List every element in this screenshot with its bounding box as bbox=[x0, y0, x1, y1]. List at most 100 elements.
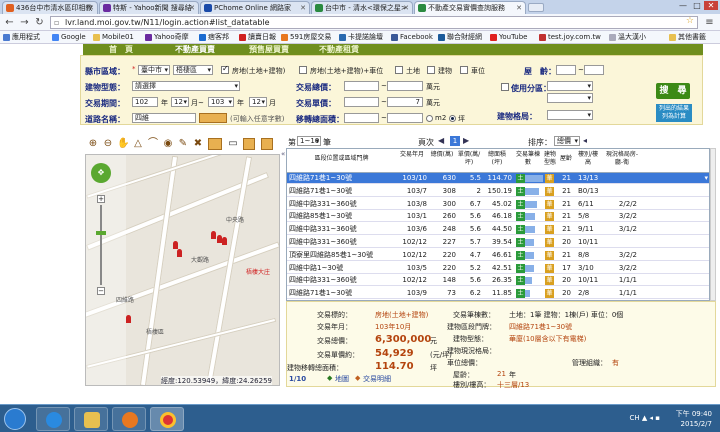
map-pin[interactable] bbox=[173, 241, 178, 249]
map-pin[interactable] bbox=[222, 237, 227, 245]
bookmark-item[interactable]: Google bbox=[52, 32, 86, 43]
zoom-slider-handle[interactable] bbox=[96, 231, 106, 235]
age-max-input[interactable] bbox=[584, 65, 604, 75]
table-row[interactable]: 四維路71巷1~30號 103/10 630 5.5 114.70 土 華 21 13/13 bbox=[287, 173, 709, 184]
clock[interactable]: 下午 09:40 2015/2/7 bbox=[676, 409, 712, 429]
table-scrollbar[interactable] bbox=[710, 148, 716, 301]
close-tab-icon[interactable]: ✕ bbox=[403, 2, 409, 14]
close-tab-icon[interactable]: ✕ bbox=[516, 2, 522, 14]
menu-real-estate-sale[interactable]: 不動產買賣 bbox=[175, 44, 215, 55]
column-header[interactable]: 總價(萬) bbox=[430, 151, 454, 159]
table-row[interactable]: 頂寮里四維路85巷1~30號 102/12 220 4.7 46.61 土 華 21 8/8 3/… bbox=[287, 250, 709, 261]
bookmark-item[interactable]: 卡提諾論壇 bbox=[339, 32, 383, 43]
unit-radio-m2[interactable] bbox=[426, 115, 433, 122]
option-checkbox[interactable] bbox=[299, 66, 307, 74]
bookmark-item[interactable]: 應用程式 bbox=[3, 32, 40, 43]
locate-icon[interactable]: ✎ bbox=[177, 138, 189, 150]
collapse-arrow-icon[interactable]: « bbox=[281, 150, 285, 164]
previous-page-icon[interactable]: ◀ bbox=[438, 136, 444, 145]
table-row[interactable]: 四維中路331~360號 103/8 300 6.7 45.02 土 華 21 6/11 2/2/… bbox=[287, 199, 709, 210]
menu-presale[interactable]: 預售屋買賣 bbox=[249, 44, 289, 55]
close-window-button[interactable]: ✕ bbox=[704, 1, 718, 10]
taskbar-chrome[interactable] bbox=[150, 407, 184, 431]
option-checkbox[interactable] bbox=[395, 66, 403, 74]
road-input[interactable]: 四維 bbox=[132, 113, 196, 123]
close-tab-icon[interactable]: ✕ bbox=[88, 2, 94, 14]
new-tab-button[interactable] bbox=[528, 3, 544, 12]
bookmark-item[interactable]: 聯合財經網 bbox=[438, 32, 482, 43]
back-icon[interactable]: ← bbox=[3, 16, 16, 29]
unit-radio-ping[interactable] bbox=[449, 115, 456, 122]
map-locate-icon[interactable]: ◆ bbox=[327, 374, 332, 382]
unit-price-min-input[interactable] bbox=[344, 97, 379, 107]
maximize-button[interactable]: □ bbox=[690, 1, 704, 10]
start-year-input[interactable]: 102 bbox=[132, 97, 158, 107]
area-max-input[interactable] bbox=[387, 113, 423, 123]
menu-home[interactable]: 首 頁 bbox=[109, 44, 133, 55]
district-select[interactable]: 梧棲區 bbox=[173, 65, 213, 75]
bookmark-item[interactable]: 溫大漢小 bbox=[609, 32, 646, 43]
table-row[interactable]: 四維中路331~360號 102/12 227 5.7 39.54 土 華 20 10/11 bbox=[287, 237, 709, 248]
zoom-minus-button[interactable]: − bbox=[97, 287, 105, 295]
table-row[interactable]: 四維路71巷1~30號 103/7 308 2 150.19 土 華 21 B0/13 bbox=[287, 186, 709, 197]
print-icon[interactable]: ▭ bbox=[227, 138, 239, 150]
address-bar[interactable]: ▫ lvr.land.moi.gov.tw/N11/login.action#l… bbox=[50, 16, 698, 29]
area-min-input[interactable] bbox=[344, 113, 379, 123]
close-tab-icon[interactable]: ✕ bbox=[300, 2, 306, 14]
minimize-button[interactable]: — bbox=[676, 1, 690, 10]
legend-icon[interactable] bbox=[243, 138, 255, 150]
star-icon[interactable]: ☆ bbox=[686, 16, 694, 27]
pan-hand-icon[interactable]: ✋ bbox=[117, 138, 129, 150]
total-price-min-input[interactable] bbox=[344, 81, 379, 91]
building-type-select[interactable]: 請選擇 bbox=[132, 81, 240, 91]
case-detail-button[interactable]: 交易明細 bbox=[363, 374, 391, 384]
unit-price-max-input[interactable]: 7 bbox=[387, 97, 423, 107]
bookmark-item[interactable]: Mobile01 bbox=[93, 32, 134, 43]
map-pin[interactable] bbox=[177, 249, 182, 257]
menu-icon[interactable]: ≡ bbox=[703, 16, 716, 29]
taskbar-ie[interactable] bbox=[36, 407, 70, 431]
table-row[interactable]: 四維中路331~360號 103/6 248 5.6 44.50 土 華 21 9/11 3/1/… bbox=[287, 224, 709, 236]
table-row[interactable]: 四維中路1~30號 103/5 220 5.2 42.51 土 華 17 3/10 3/2/2 bbox=[287, 263, 709, 274]
zoom-in-icon[interactable]: ⊕ bbox=[87, 138, 99, 150]
browser-tab-active[interactable]: 不動產交易實價查詢服務 ✕ bbox=[414, 1, 526, 14]
system-tray[interactable]: CH ▲ ◂ ▪ bbox=[630, 414, 660, 422]
taskbar-explorer[interactable] bbox=[74, 407, 108, 431]
column-header[interactable]: 建物型態 bbox=[543, 151, 557, 167]
bookmark-item[interactable]: 591房屋交易 bbox=[281, 32, 331, 43]
calc-button[interactable]: 列出的結果 列為計算 bbox=[656, 104, 692, 122]
start-button[interactable] bbox=[4, 408, 26, 430]
marker-icon[interactable]: ◉ bbox=[162, 138, 174, 150]
bookmark-item[interactable]: YouTube bbox=[490, 32, 527, 43]
taskbar-media[interactable] bbox=[112, 407, 146, 431]
browser-tab[interactable]: 特斯 - Yahoo新聞 搜尋結 ✕ bbox=[99, 1, 199, 14]
next-page-icon[interactable]: ▶ bbox=[463, 136, 469, 145]
option-checkbox[interactable] bbox=[460, 66, 468, 74]
column-header[interactable]: 現況格局房-廳-衛 bbox=[605, 151, 639, 167]
bookmark-item[interactable]: 其他書籤 bbox=[669, 32, 706, 43]
close-tab-icon[interactable]: ✕ bbox=[189, 2, 195, 14]
column-header[interactable]: 屋齡 bbox=[559, 155, 573, 163]
pan-arrows-icon[interactable]: ✥ bbox=[91, 163, 111, 183]
end-month-select[interactable]: 12 bbox=[249, 97, 267, 107]
bookmark-item[interactable]: Facebook bbox=[391, 32, 433, 43]
clear-icon[interactable]: ✖ bbox=[192, 138, 204, 150]
pager-select[interactable]: 1~10 bbox=[297, 136, 321, 146]
zoom-plus-button[interactable]: + bbox=[97, 195, 105, 203]
reload-icon[interactable]: ↻ bbox=[33, 16, 46, 29]
usage-select-1[interactable] bbox=[547, 81, 593, 91]
sort-select[interactable]: 總價 bbox=[554, 136, 580, 146]
column-header[interactable]: 交易筆棟數 bbox=[515, 151, 541, 167]
table-row[interactable]: 四維路85巷1~30號 103/1 260 5.6 46.18 土 華 21 5/8 3/2/2 bbox=[287, 211, 709, 223]
city-select[interactable]: 臺中市 bbox=[138, 65, 170, 75]
zoom-slider-track[interactable] bbox=[100, 205, 102, 285]
browser-tab[interactable]: 台中市 - 清水<環保之星> ✕ bbox=[311, 1, 413, 14]
layout-select[interactable] bbox=[547, 110, 593, 120]
measure-distance-icon[interactable]: △ bbox=[132, 138, 144, 150]
zoom-out-icon[interactable]: ⊖ bbox=[102, 138, 114, 150]
bookmark-item[interactable]: 讀賣日報 bbox=[239, 32, 276, 43]
bookmark-item[interactable]: Yahoo奇摩 bbox=[145, 32, 189, 43]
table-row[interactable]: 四維中路331~360號 102/12 148 5.6 26.35 土 華 20 10/11 1/… bbox=[287, 275, 709, 287]
bookmark-item[interactable]: 痞客邦 bbox=[199, 32, 229, 43]
option-checkbox[interactable] bbox=[221, 64, 229, 74]
